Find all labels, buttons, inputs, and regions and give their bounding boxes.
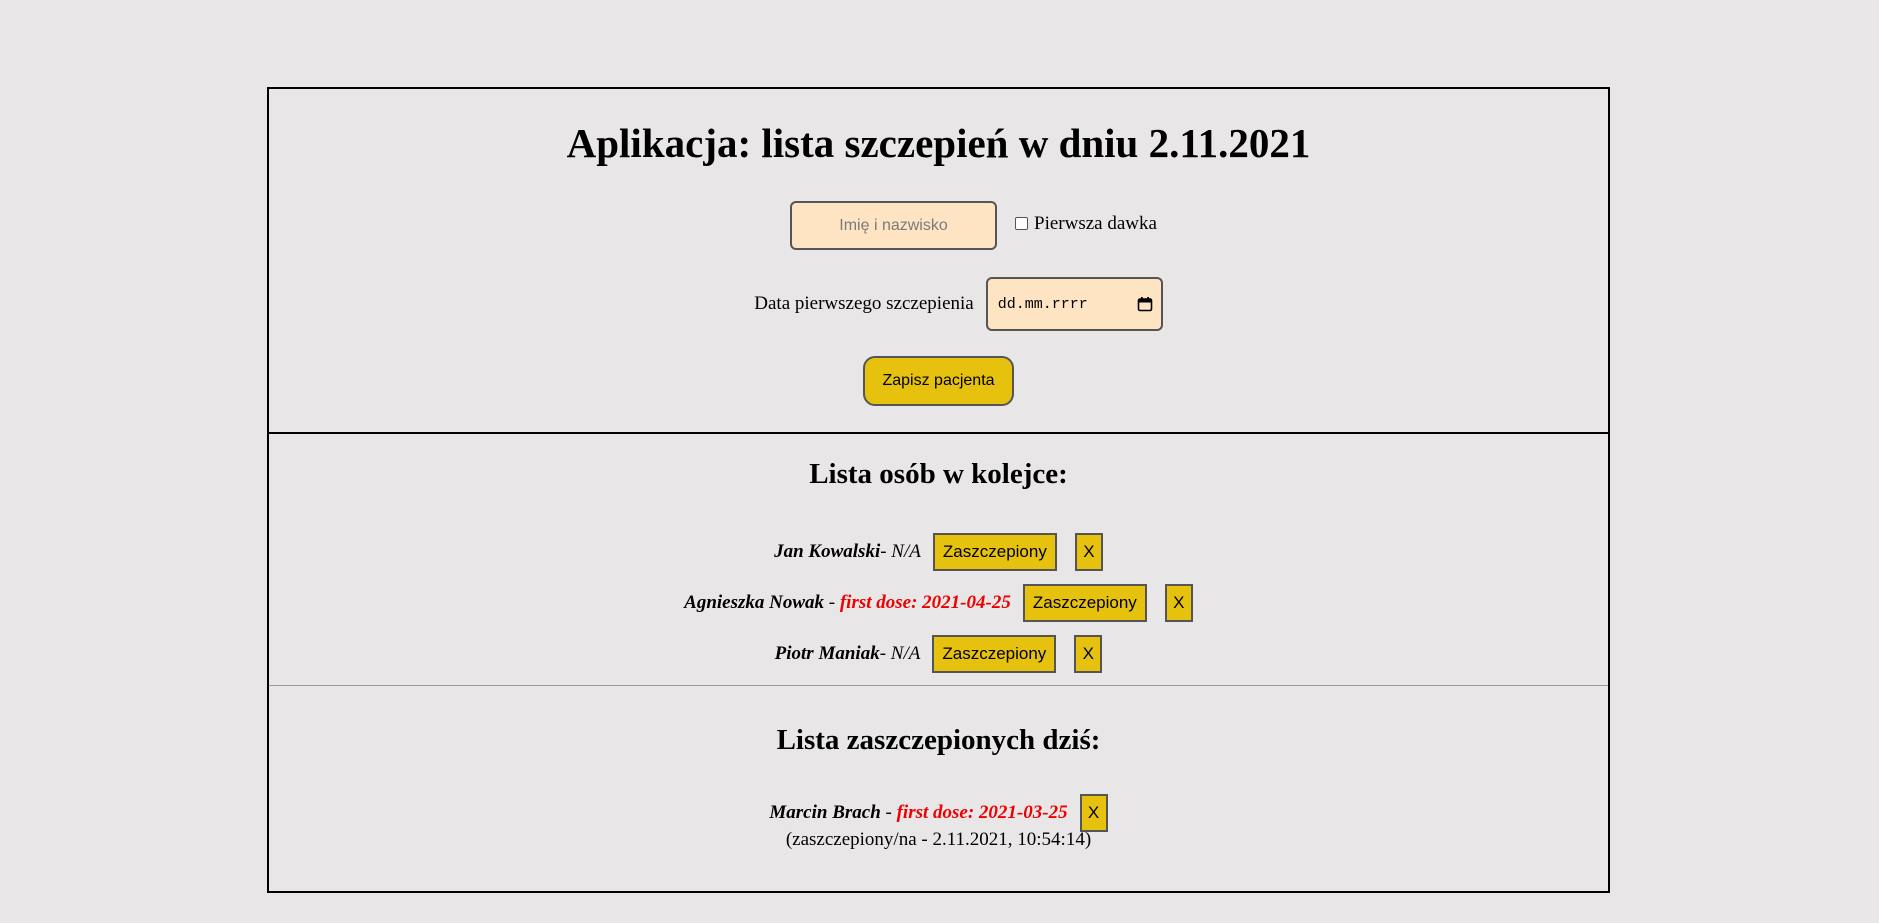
patient-name: Agnieszka Nowak xyxy=(684,591,825,613)
queue-section: Lista osób w kolejce: Jan Kowalski - N/A… xyxy=(269,434,1608,686)
save-row: Zapisz pacjenta xyxy=(269,356,1608,406)
first-dose-label: Pierwsza dawka xyxy=(1034,212,1157,234)
first-dose-date-input[interactable]: dd.mm.rrrr xyxy=(985,277,1163,331)
vaccinated-section: Lista zaszczepionych dziś: Marcin Brach … xyxy=(269,686,1608,891)
first-dose-checkbox[interactable] xyxy=(1015,217,1029,230)
name-input[interactable] xyxy=(790,201,998,250)
queue-title: Lista osób w kolejce: xyxy=(809,458,1068,490)
page-title: Aplikacja: lista szczepień w dniu 2.11.2… xyxy=(566,120,1311,166)
vaccinated-title: Lista zaszczepionych dziś: xyxy=(776,724,1101,756)
vaccinated-button[interactable]: Zaszczepiony xyxy=(932,532,1057,571)
remove-button[interactable]: X xyxy=(1074,532,1103,571)
app-container: Aplikacja: lista szczepień w dniu 2.11.2… xyxy=(267,87,1610,893)
first-dose-checkbox-label[interactable]: Pierwsza dawka xyxy=(1015,213,1157,235)
vaccination-timestamp: (zaszczepiony/na - 2.11.2021, 10:54:14) xyxy=(785,829,1092,850)
patient-info: - N/A xyxy=(879,642,921,664)
patient-name: Jan Kowalski xyxy=(774,540,881,562)
patient-name: Marcin Brach xyxy=(769,802,881,823)
save-patient-button[interactable]: Zapisz pacjenta xyxy=(863,356,1014,406)
separator: - xyxy=(880,802,897,823)
vaccinated-item: Marcin Brach - first dose: 2021-03-25 X xyxy=(269,794,1608,832)
vaccinated-button[interactable]: Zaszczepiony xyxy=(1022,583,1147,622)
date-row: Data pierwszego szczepienia dd.mm.rrrr xyxy=(269,277,1608,331)
queue-item: Piotr Maniak - N/A Zaszczepiony X xyxy=(269,628,1608,679)
first-dose-info: first dose: 2021-04-25 xyxy=(839,591,1011,613)
date-label: Data pierwszego szczepienia xyxy=(754,293,974,314)
vaccinated-button[interactable]: Zaszczepiony xyxy=(932,634,1057,673)
date-placeholder: dd.mm.rrrr xyxy=(997,295,1088,313)
separator: - xyxy=(824,591,840,613)
patient-name: Piotr Maniak xyxy=(774,642,880,664)
queue-item: Jan Kowalski - N/A Zaszczepiony X xyxy=(269,526,1608,577)
patient-form: Aplikacja: lista szczepień w dniu 2.11.2… xyxy=(269,89,1608,434)
name-row: Pierwsza dawka xyxy=(269,201,1608,250)
queue-item: Agnieszka Nowak - first dose: 2021-04-25… xyxy=(269,577,1608,628)
queue-list: Jan Kowalski - N/A Zaszczepiony X Agnies… xyxy=(269,526,1608,679)
first-dose-info: first dose: 2021-03-25 xyxy=(896,802,1068,823)
calendar-icon[interactable] xyxy=(1137,296,1153,312)
remove-button[interactable]: X xyxy=(1079,794,1108,832)
patient-info: - N/A xyxy=(880,540,921,562)
remove-button[interactable]: X xyxy=(1164,583,1193,622)
remove-button[interactable]: X xyxy=(1074,634,1103,673)
